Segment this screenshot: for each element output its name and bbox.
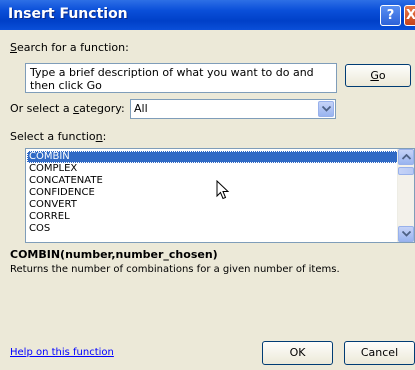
- help-on-function-link[interactable]: Help on this function: [10, 347, 114, 358]
- chevron-down-icon: [402, 231, 411, 237]
- category-selected-value: All: [134, 102, 148, 115]
- chevron-down-icon: [322, 106, 331, 112]
- search-input-text: Type a brief description of what you wan…: [30, 66, 314, 92]
- function-list-label: Select a function:: [10, 130, 107, 143]
- window-title: Insert Function: [8, 6, 128, 22]
- function-syntax: COMBIN(number,number_chosen): [10, 248, 218, 261]
- scroll-down-button[interactable]: [398, 226, 414, 242]
- function-description: Returns the number of combinations for a…: [10, 264, 340, 275]
- list-item[interactable]: CONFIDENCE: [27, 187, 401, 199]
- help-button[interactable]: ?: [380, 5, 401, 26]
- search-label: Search for a function:: [10, 41, 129, 54]
- list-item[interactable]: COMPLEX: [27, 163, 401, 175]
- close-button[interactable]: X: [404, 5, 415, 26]
- scroll-thumb[interactable]: [398, 167, 414, 175]
- chevron-up-icon: [402, 154, 411, 160]
- close-icon: X: [406, 8, 415, 23]
- search-input[interactable]: Type a brief description of what you wan…: [25, 63, 337, 93]
- mouse-pointer-icon: [216, 180, 230, 200]
- category-dropdown-button[interactable]: [318, 101, 334, 117]
- list-item[interactable]: COMBIN: [27, 151, 401, 163]
- category-label: Or select a category:: [10, 102, 125, 115]
- ok-button[interactable]: OK: [262, 341, 333, 365]
- function-list-scrollbar[interactable]: [397, 149, 414, 242]
- scroll-up-button[interactable]: [398, 149, 414, 165]
- title-bar[interactable]: Insert Function ? X: [0, 0, 415, 30]
- question-mark-icon: ?: [386, 8, 395, 23]
- list-item[interactable]: CORREL: [27, 211, 401, 223]
- category-select[interactable]: All: [130, 99, 336, 119]
- list-item[interactable]: CONCATENATE: [27, 175, 401, 187]
- list-item[interactable]: CONVERT: [27, 199, 401, 211]
- go-button[interactable]: Go: [345, 64, 411, 87]
- cancel-button[interactable]: Cancel: [344, 341, 415, 365]
- list-item[interactable]: COS: [27, 223, 401, 235]
